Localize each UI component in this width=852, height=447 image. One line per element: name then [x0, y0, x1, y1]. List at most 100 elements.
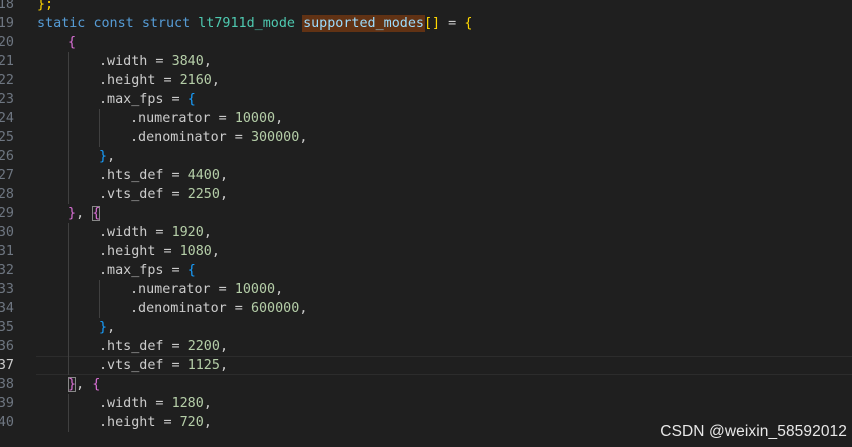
code-line[interactable]: };: [37, 0, 852, 14]
line-number-active: 37: [0, 358, 14, 373]
code-line[interactable]: .denominator = 300000,: [37, 128, 852, 147]
line-number: 18: [0, 0, 14, 12]
code-line-current[interactable]: .vts_def = 1125,: [36, 356, 852, 375]
assign-operator: =: [163, 358, 188, 373]
assign-operator: =: [163, 187, 188, 202]
code-line[interactable]: {: [37, 33, 852, 52]
line-number: 22: [0, 73, 14, 88]
assign-operator: =: [210, 111, 235, 126]
comma: ,: [107, 149, 116, 164]
field-name: .hts_def: [99, 339, 164, 354]
line-number: 29: [0, 206, 14, 221]
line-number: 19: [0, 16, 14, 31]
assign-operator: =: [147, 396, 172, 411]
comma: ,: [203, 225, 212, 240]
field-name: .width: [99, 396, 148, 411]
code-line[interactable]: .max_fps = {: [37, 261, 852, 280]
comma: ,: [203, 415, 212, 430]
comma: ,: [219, 168, 228, 183]
line-number: 28: [0, 187, 14, 202]
code-line[interactable]: .width = 1280,: [37, 394, 852, 413]
code-line[interactable]: .width = 3840,: [37, 52, 852, 71]
field-name: .max_fps: [99, 263, 164, 278]
highlighted-identifier[interactable]: supported_modes: [302, 15, 425, 32]
code-line[interactable]: .height = 2160,: [37, 71, 852, 90]
type-name: lt7911d_mode: [198, 16, 295, 31]
code-line[interactable]: .hts_def = 2200,: [37, 337, 852, 356]
field-name: .numerator: [130, 111, 211, 126]
matched-closing-brace: }: [68, 377, 77, 392]
number-value: 3840: [171, 54, 204, 69]
assign-operator: =: [163, 263, 188, 278]
comma: ,: [211, 73, 220, 88]
assign-operator: =: [226, 301, 251, 316]
matched-open-brace: {: [92, 206, 101, 221]
line-number: 36: [0, 339, 14, 354]
code-line[interactable]: .numerator = 10000,: [37, 280, 852, 299]
line-number: 21: [0, 54, 14, 69]
number-value: 600000: [250, 301, 300, 316]
keyword-static: static: [37, 16, 86, 31]
line-number: 35: [0, 320, 14, 335]
field-name: .height: [99, 415, 156, 430]
code-line[interactable]: },: [37, 318, 852, 337]
open-brace: {: [187, 263, 196, 278]
assign-operator: =: [163, 339, 188, 354]
line-number: 32: [0, 263, 14, 278]
field-name: .denominator: [130, 130, 227, 145]
comma: ,: [203, 396, 212, 411]
assign-operator: =: [226, 130, 251, 145]
open-brace: {: [92, 377, 101, 392]
number-value: 10000: [234, 282, 276, 297]
closing-brace: }: [68, 206, 77, 221]
closing-brace: };: [37, 0, 54, 12]
code-line[interactable]: .hts_def = 4400,: [37, 166, 852, 185]
line-number: 38: [0, 377, 14, 392]
code-line[interactable]: },: [37, 147, 852, 166]
open-brace: {: [68, 35, 77, 50]
closing-brace: }: [99, 149, 108, 164]
comma: ,: [299, 130, 308, 145]
field-name: .denominator: [130, 301, 227, 316]
code-area[interactable]: }; static const struct lt7911d_mode supp…: [36, 0, 852, 432]
number-value: 300000: [250, 130, 300, 145]
number-value: 1125: [187, 358, 220, 373]
assign-operator: =: [155, 244, 180, 259]
code-line[interactable]: }, {: [37, 375, 852, 394]
number-value: 720: [179, 415, 204, 430]
assign-operator: =: [163, 92, 188, 107]
comma: ,: [203, 54, 212, 69]
code-editor[interactable]: 18 19 20 21 22 23 24 25 26 27 28 29 30 3…: [0, 0, 852, 447]
number-value: 4400: [187, 168, 220, 183]
closing-brace: }: [99, 320, 108, 335]
line-number: 24: [0, 111, 14, 126]
field-name: .vts_def: [99, 187, 164, 202]
assign-operator: =: [210, 282, 235, 297]
code-line[interactable]: }, {: [37, 204, 852, 223]
assign-operator: =: [147, 54, 172, 69]
field-name: .numerator: [130, 282, 211, 297]
number-value: 1920: [171, 225, 204, 240]
number-value: 2250: [187, 187, 220, 202]
comma: ,: [107, 320, 116, 335]
comma: ,: [219, 187, 228, 202]
field-name: .hts_def: [99, 168, 164, 183]
code-line[interactable]: .height = 1080,: [37, 242, 852, 261]
separator: ,: [76, 377, 93, 392]
code-line[interactable]: .vts_def = 2250,: [37, 185, 852, 204]
assign-operator: =: [155, 73, 180, 88]
line-number: 31: [0, 244, 14, 259]
keyword-const: const: [93, 16, 134, 31]
code-line[interactable]: .denominator = 600000,: [37, 299, 852, 318]
comma: ,: [275, 111, 284, 126]
open-brace: {: [187, 92, 196, 107]
assign-operator: =: [155, 415, 180, 430]
code-line[interactable]: static const struct lt7911d_mode support…: [37, 14, 852, 33]
separator: ,: [76, 206, 93, 221]
code-line[interactable]: .width = 1920,: [37, 223, 852, 242]
code-line[interactable]: .max_fps = {: [37, 90, 852, 109]
line-number: 34: [0, 301, 14, 316]
number-value: 1280: [171, 396, 204, 411]
array-brackets: []: [424, 16, 441, 31]
code-line[interactable]: .numerator = 10000,: [37, 109, 852, 128]
